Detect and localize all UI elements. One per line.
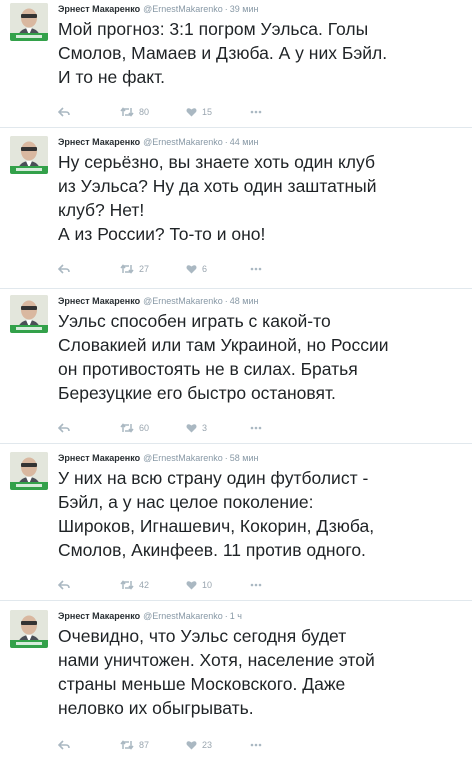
more-dots-icon — [250, 267, 262, 271]
like-count: 23 — [202, 740, 213, 750]
timestamp[interactable]: 1 ч — [230, 611, 242, 621]
retweet-button[interactable]: 87 — [120, 738, 149, 752]
like-button[interactable]: 10 — [186, 578, 212, 592]
separator-dot: · — [224, 137, 228, 147]
more-dots-icon — [250, 110, 262, 114]
avatar[interactable] — [10, 295, 48, 333]
more-button[interactable] — [250, 421, 262, 435]
tweet-feed: Эрнест Макаренко @ErnestMakarenko · 39 мин … — [0, 0, 472, 764]
heart-icon — [186, 108, 197, 117]
retweet-count: 87 — [139, 740, 150, 750]
tweet-header: Эрнест Макаренко @ErnestMakarenko · 48 мин — [58, 295, 258, 307]
like-button[interactable]: 6 — [186, 262, 207, 276]
retweet-icon — [120, 580, 134, 590]
tweet-header: Эрнест Макаренко @ErnestMakarenko · 44 мин — [58, 136, 258, 148]
author-handle[interactable]: @ErnestMakarenko — [143, 137, 223, 147]
tweet[interactable]: Эрнест Макаренко @ErnestMakarenko · 48 мин … — [0, 292, 472, 444]
retweet-count: 80 — [139, 107, 150, 117]
reply-icon — [58, 107, 70, 117]
author-name[interactable]: Эрнест Макаренко — [58, 453, 140, 463]
tweet-text: Мой прогноз: 3:1 погром Уэльса. Голы Смо… — [58, 19, 388, 87]
retweet-count: 42 — [139, 580, 150, 590]
tweet[interactable]: Эрнест Макаренко @ErnestMakarenko · 39 мин … — [0, 0, 472, 128]
tweet-text: Уэльс способен играть с какой-то Словаки… — [58, 311, 389, 403]
like-count: 3 — [202, 423, 208, 433]
reply-button[interactable] — [58, 578, 70, 592]
author-name[interactable]: Эрнест Макаренко — [58, 296, 140, 306]
heart-icon — [186, 581, 197, 590]
retweet-icon — [120, 740, 134, 750]
timestamp[interactable]: 58 мин — [230, 453, 259, 463]
like-count: 6 — [202, 264, 208, 274]
like-button[interactable]: 15 — [186, 105, 212, 119]
separator-dot: · — [224, 4, 228, 14]
retweet-button[interactable]: 80 — [120, 105, 149, 119]
retweet-button[interactable]: 60 — [120, 421, 149, 435]
reply-button[interactable] — [58, 105, 70, 119]
author-handle[interactable]: @ErnestMakarenko — [143, 4, 223, 14]
separator-dot: · — [224, 453, 228, 463]
timestamp[interactable]: 44 мин — [230, 137, 259, 147]
tweet-text: У них на всю страну один футболист - Бэй… — [58, 468, 375, 560]
author-handle[interactable]: @ErnestMakarenko — [143, 611, 223, 621]
timestamp[interactable]: 39 мин — [230, 4, 259, 14]
author-handle[interactable]: @ErnestMakarenko — [143, 296, 223, 306]
tweet-actions: 27 6 — [58, 262, 358, 276]
tweet-text: Очевидно, что Уэльс сегодня будет нами у… — [58, 626, 375, 718]
tweet[interactable]: Эрнест Макаренко @ErnestMakarenko · 44 мин … — [0, 133, 472, 289]
like-button[interactable]: 23 — [186, 738, 212, 752]
retweet-icon — [120, 264, 134, 274]
retweet-button[interactable]: 42 — [120, 578, 149, 592]
retweet-count: 60 — [139, 423, 150, 433]
tweet-header: Эрнест Макаренко @ErnestMakarenko · 1 ч — [58, 610, 242, 622]
more-button[interactable] — [250, 578, 262, 592]
author-name[interactable]: Эрнест Макаренко — [58, 137, 140, 147]
separator-dot: · — [224, 611, 228, 621]
reply-button[interactable] — [58, 738, 70, 752]
reply-button[interactable] — [58, 262, 70, 276]
more-button[interactable] — [250, 738, 262, 752]
retweet-button[interactable]: 27 — [120, 262, 149, 276]
author-name[interactable]: Эрнест Макаренко — [58, 4, 140, 14]
reply-icon — [58, 740, 70, 750]
avatar[interactable] — [10, 610, 48, 648]
more-button[interactable] — [250, 105, 262, 119]
tweet-actions: 60 3 — [58, 421, 358, 435]
more-dots-icon — [250, 743, 262, 747]
like-count: 10 — [202, 580, 213, 590]
reply-icon — [58, 264, 70, 274]
author-handle[interactable]: @ErnestMakarenko — [143, 453, 223, 463]
tweet[interactable]: Эрнест Макаренко @ErnestMakarenko · 1 ч Оче… — [0, 607, 472, 764]
more-button[interactable] — [250, 262, 262, 276]
tweet-actions: 87 23 — [58, 738, 358, 752]
heart-icon — [186, 741, 197, 750]
avatar[interactable] — [10, 136, 48, 174]
tweet-header: Эрнест Макаренко @ErnestMakarenko · 58 мин — [58, 452, 258, 464]
more-dots-icon — [250, 426, 262, 430]
like-button[interactable]: 3 — [186, 421, 207, 435]
heart-icon — [186, 265, 197, 274]
reply-button[interactable] — [58, 421, 70, 435]
tweet[interactable]: Эрнест Макаренко @ErnestMakarenko · 58 мин … — [0, 449, 472, 601]
tweet-header: Эрнест Макаренко @ErnestMakarenko · 39 мин — [58, 3, 258, 15]
tweet-text: Ну серьёзно, вы знаете хоть один клуб из… — [58, 152, 377, 244]
avatar[interactable] — [10, 452, 48, 490]
avatar[interactable] — [10, 3, 48, 41]
author-name[interactable]: Эрнест Макаренко — [58, 611, 140, 621]
retweet-icon — [120, 107, 134, 117]
tweet-actions: 80 15 — [58, 105, 358, 119]
like-count: 15 — [202, 107, 213, 117]
retweet-count: 27 — [139, 264, 150, 274]
reply-icon — [58, 423, 70, 433]
heart-icon — [186, 424, 197, 433]
reply-icon — [58, 580, 70, 590]
retweet-icon — [120, 423, 134, 433]
separator-dot: · — [224, 296, 228, 306]
tweet-actions: 42 10 — [58, 578, 358, 592]
timestamp[interactable]: 48 мин — [230, 296, 259, 306]
more-dots-icon — [250, 583, 262, 587]
